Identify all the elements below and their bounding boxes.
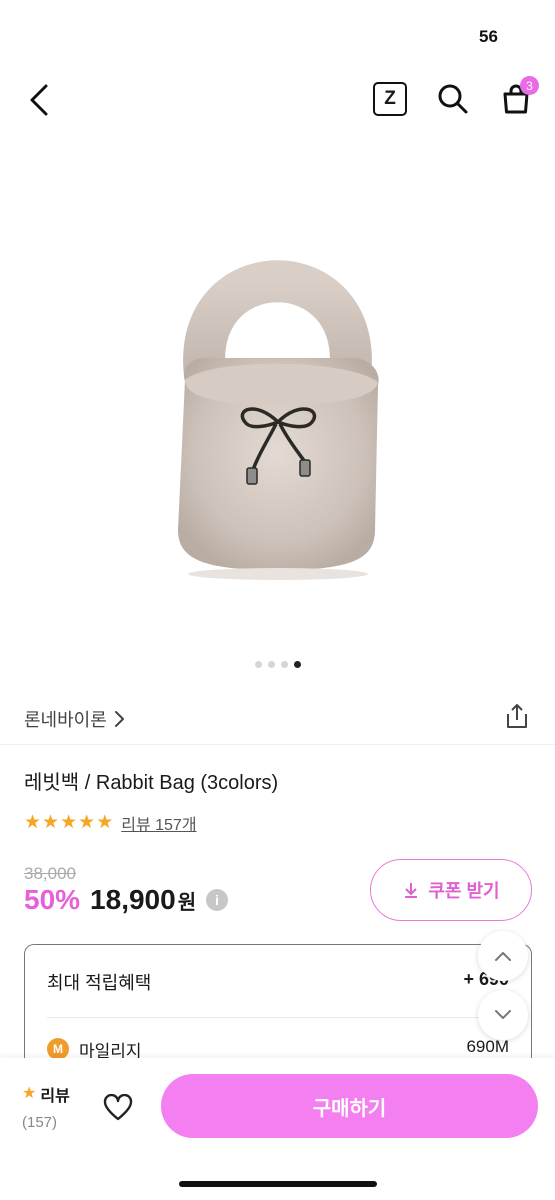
pager-dot[interactable]: [280, 661, 288, 668]
star-icon: ★: [22, 1085, 37, 1102]
review-label: 리뷰: [40, 1088, 70, 1105]
star-icon: ★: [78, 812, 96, 833]
bottom-action-bar: ★ 리뷰 (157) 구매하기: [0, 1058, 555, 1200]
chevron-down-icon: [495, 1010, 511, 1019]
star-icon: ★: [42, 812, 60, 833]
heart-icon: [103, 1094, 133, 1121]
chevron-left-icon: [30, 84, 48, 116]
pager-dot[interactable]: [254, 661, 262, 668]
star-icon: ★: [60, 812, 78, 833]
buy-button[interactable]: 구매하기: [161, 1074, 538, 1138]
chevron-right-icon: [114, 711, 124, 727]
brand-link[interactable]: 론네바이론: [24, 706, 125, 732]
star-icon: ★: [96, 812, 114, 833]
scroll-top-button[interactable]: [478, 931, 528, 981]
pager-dot-active[interactable]: [293, 661, 301, 668]
review-summary-count: (157): [22, 1114, 58, 1131]
top-navigation: Z 3: [0, 70, 555, 130]
currency-unit: 원: [177, 891, 197, 914]
info-icon[interactable]: i: [206, 889, 229, 911]
star-icon: ★: [24, 812, 42, 833]
rating-row: ★ ★ ★ ★ ★ 리뷰 157개: [24, 811, 197, 835]
image-pager[interactable]: [0, 661, 555, 668]
brand-name: 론네바이론: [24, 710, 107, 730]
benefit-title: 최대 적립혜택: [47, 973, 152, 993]
review-count-link[interactable]: 리뷰 157개: [121, 811, 196, 835]
cart-button[interactable]: 3: [497, 76, 539, 118]
benefit-header[interactable]: 최대 적립혜택 + 690: [25, 945, 531, 1017]
rating-stars: ★ ★ ★ ★ ★: [24, 813, 113, 833]
review-summary[interactable]: ★ 리뷰 (157): [22, 1082, 84, 1132]
z-label: Z: [384, 88, 396, 109]
download-icon: [405, 883, 418, 898]
coupon-label: 쿠폰 받기: [428, 881, 500, 901]
share-icon: [507, 704, 527, 728]
price-row: 50% 18,900 원 i: [24, 884, 229, 916]
back-button[interactable]: [22, 80, 56, 120]
mileage-icon: M: [47, 1038, 69, 1060]
cart-count-badge: 3: [520, 76, 539, 95]
search-button[interactable]: [434, 80, 472, 118]
product-image[interactable]: [150, 190, 405, 590]
home-indicator: [179, 1181, 377, 1187]
battery-text: 56: [479, 27, 498, 46]
wishlist-button[interactable]: [100, 1090, 136, 1126]
mileage-value: 690M: [466, 1037, 509, 1056]
status-bar: 56: [0, 0, 555, 60]
battery-level: 56: [479, 27, 498, 47]
divider: [0, 744, 555, 745]
scroll-bottom-button[interactable]: [478, 990, 528, 1040]
benefit-divider: [47, 1017, 509, 1018]
brand-row: 론네바이론: [0, 700, 555, 736]
chevron-up-icon: [495, 952, 511, 961]
pager-dot[interactable]: [267, 661, 275, 668]
review-summary-label: ★ 리뷰: [22, 1082, 84, 1106]
search-icon: [438, 84, 468, 114]
sale-price: 18,900: [90, 884, 176, 915]
discount-rate: 50%: [24, 884, 81, 915]
coupon-button[interactable]: 쿠폰 받기: [370, 859, 532, 921]
z-button[interactable]: Z: [373, 82, 407, 116]
original-price: 38,000: [24, 864, 76, 883]
share-button[interactable]: [502, 700, 532, 732]
fur-bag-illustration: [178, 260, 379, 580]
product-title: 레빗백 / Rabbit Bag (3colors): [24, 772, 279, 794]
